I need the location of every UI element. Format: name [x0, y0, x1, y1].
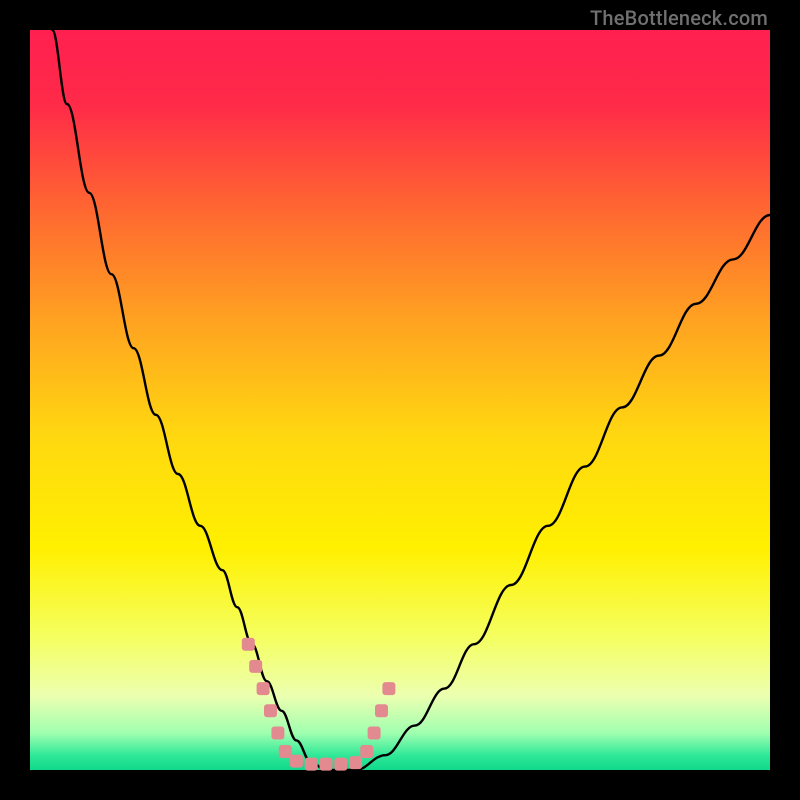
highlight-dot	[290, 755, 303, 768]
bottleneck-curve	[52, 30, 770, 770]
highlight-dot	[368, 727, 381, 740]
watermark-text: TheBottleneck.com	[590, 6, 768, 30]
highlight-dot	[264, 704, 277, 717]
highlight-dot	[242, 638, 255, 651]
optimal-zone-markers	[242, 638, 396, 771]
highlight-dot	[382, 682, 395, 695]
highlight-dot	[271, 727, 284, 740]
highlight-dot	[349, 756, 362, 769]
highlight-dot	[360, 745, 373, 758]
highlight-dot	[279, 745, 292, 758]
highlight-dot	[375, 704, 388, 717]
highlight-dot	[334, 758, 347, 771]
chart-svg	[30, 30, 770, 770]
highlight-dot	[320, 758, 333, 771]
highlight-dot	[257, 682, 270, 695]
highlight-dot	[249, 660, 262, 673]
highlight-dot	[305, 758, 318, 771]
